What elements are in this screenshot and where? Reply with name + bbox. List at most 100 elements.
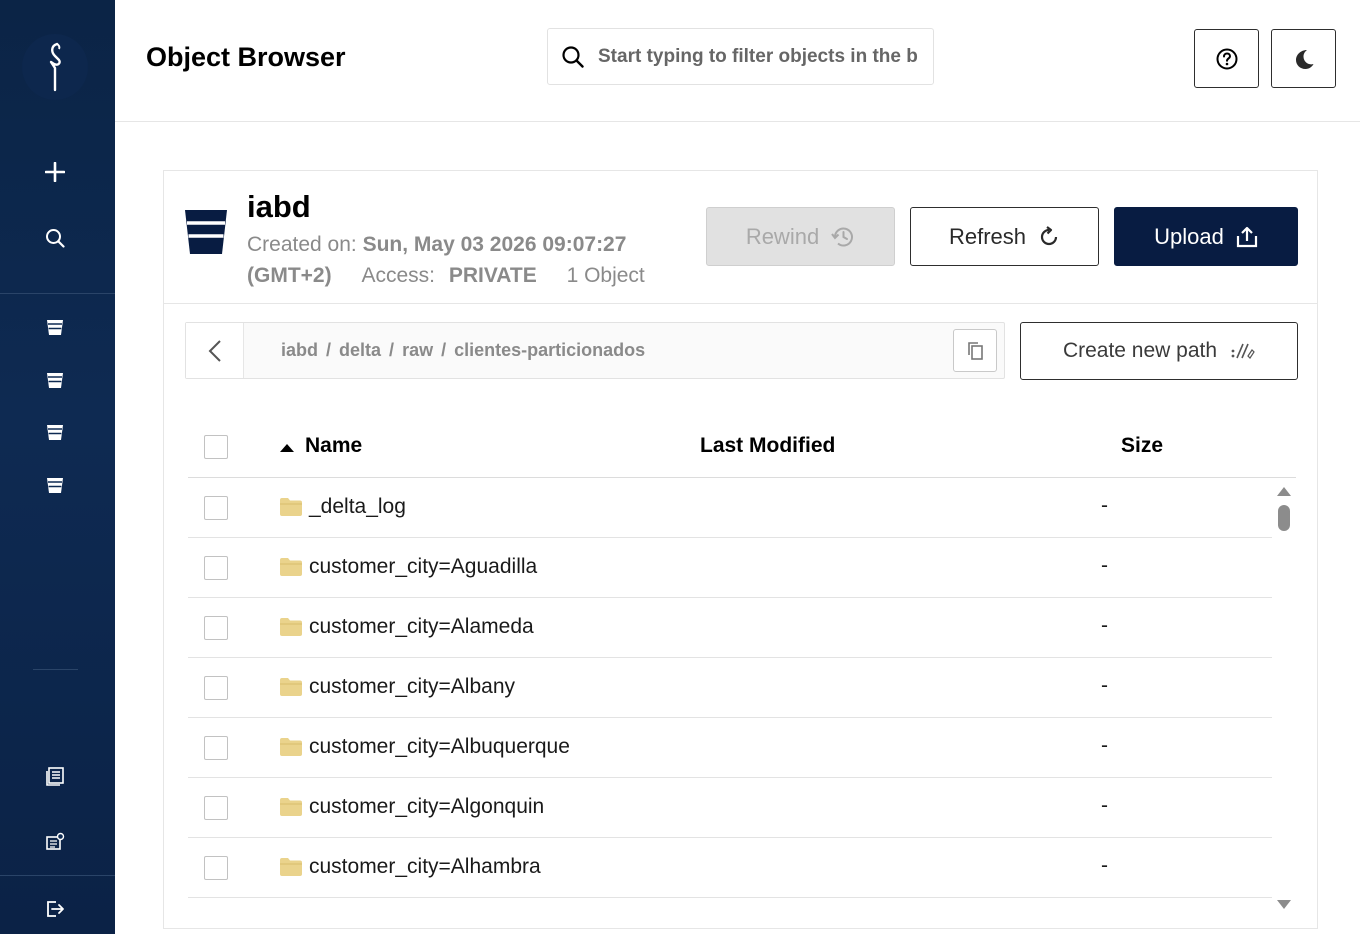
breadcrumb-separator: / [326,340,332,360]
search-icon [562,45,584,68]
bucket-icon [47,425,63,440]
sidebar-item-bucket-3[interactable] [41,418,69,446]
sidebar-divider [0,875,115,876]
sidebar-item-search[interactable] [41,224,69,252]
object-name[interactable]: _delta_log [309,495,406,519]
sidebar-item-logout[interactable] [41,895,69,923]
table-row[interactable]: customer_city=Albany - [188,658,1272,718]
column-header-last-modified[interactable]: Last Modified [700,434,835,458]
object-size: - [1101,794,1108,817]
rewind-label: Rewind [745,223,820,249]
path-bar: iabd / delta / raw / clientes-particionados [185,322,1005,379]
access-label: Access: [361,264,435,287]
row-checkbox[interactable] [204,496,228,520]
breadcrumb-segment[interactable]: clientes-particionados [454,340,645,360]
object-name[interactable]: customer_city=Albany [309,675,515,699]
upload-button[interactable]: Upload [1114,207,1298,266]
object-size: - [1101,554,1108,577]
refresh-button[interactable]: Refresh [910,207,1099,266]
breadcrumb-segment[interactable]: raw [402,340,433,360]
row-checkbox[interactable] [204,736,228,760]
search-box[interactable] [547,28,934,85]
refresh-icon [1040,225,1058,245]
create-path-label: Create new path [1062,339,1218,362]
folder-icon [280,738,302,756]
sidebar-item-license[interactable] [41,828,69,856]
bucket-header: iabd Created on: Sun, May 03 2026 09:07:… [164,171,1317,304]
object-name[interactable]: customer_city=Alameda [309,615,534,639]
sidebar-item-bucket-1[interactable] [41,313,69,341]
row-checkbox[interactable] [204,856,228,880]
sidebar-divider [0,293,115,294]
object-size: - [1101,734,1108,757]
plus-icon [45,162,65,182]
object-name[interactable]: customer_city=Alhambra [309,855,541,879]
search-input[interactable] [598,45,918,68]
sidebar-item-bucket-4[interactable] [41,471,69,499]
breadcrumb-separator: / [441,340,447,360]
row-checkbox[interactable] [204,616,228,640]
table-row[interactable]: customer_city=Algonquin - [188,778,1272,838]
page-header: Object Browser [115,0,1360,122]
row-checkbox[interactable] [204,676,228,700]
table-row[interactable]: customer_city=Alhambra - [188,838,1272,898]
sidebar-item-documentation[interactable] [41,762,69,790]
bucket-name: iabd [247,189,311,224]
breadcrumb-segment[interactable]: iabd [281,340,318,360]
sidebar-item-bucket-2[interactable] [41,366,69,394]
docs-icon [46,767,64,786]
page-title: Object Browser [146,42,346,72]
table-row[interactable]: _delta_log - [188,478,1272,538]
object-size: - [1101,674,1108,697]
create-new-path-button[interactable]: Create new path [1020,322,1298,380]
created-label: Created on: [247,233,357,256]
object-size: - [1101,614,1108,637]
scrollbar-thumb[interactable] [1278,505,1290,531]
created-value: Sun, May 03 2026 09:07:27 [362,233,627,256]
bucket-meta: (GMT+2) Access: PRIVATE 1 Object [247,264,645,288]
bucket-icon [185,210,227,254]
bucket-icon [47,478,63,493]
row-checkbox[interactable] [204,796,228,820]
bucket-icon [47,320,63,335]
sidebar-item-create-bucket[interactable] [41,158,69,186]
folder-icon [280,798,302,816]
folder-icon [280,498,302,516]
scroll-down-arrow[interactable] [1276,899,1292,911]
access-value: PRIVATE [448,264,537,287]
row-checkbox[interactable] [204,556,228,580]
column-header-name[interactable]: Name [305,434,362,458]
table-row[interactable]: customer_city=Aguadilla - [188,538,1272,598]
select-all-checkbox[interactable] [204,435,228,459]
object-size: - [1101,494,1108,517]
object-name[interactable]: customer_city=Albuquerque [309,735,570,759]
breadcrumb-separator: / [389,340,395,360]
help-button[interactable] [1194,29,1259,88]
bucket-created: Created on: Sun, May 03 2026 09:07:27 [247,233,626,257]
sidebar-divider [33,669,78,670]
bucket-icon [47,373,63,388]
rewind-button[interactable]: Rewind [706,207,895,266]
folder-icon [280,558,302,576]
license-icon [46,832,65,850]
table-row[interactable]: customer_city=Alameda - [188,598,1272,658]
back-button[interactable] [186,323,244,378]
moon-icon [1295,49,1313,69]
refresh-label: Refresh [948,223,1027,249]
copy-path-button[interactable] [953,329,997,372]
minio-logo[interactable] [22,34,88,100]
table-row[interactable]: customer_city=Albuquerque - [188,718,1272,778]
search-icon [46,229,65,248]
sort-ascending-icon[interactable] [280,444,294,452]
table-header: Name Last Modified Size [188,417,1296,478]
object-count: 1 Object [566,264,645,287]
column-header-size[interactable]: Size [1121,434,1163,458]
breadcrumb-segment[interactable]: delta [339,340,381,360]
scroll-up-arrow[interactable] [1276,485,1292,497]
new-path-icon [1231,343,1255,359]
object-name[interactable]: customer_city=Aguadilla [309,555,537,579]
object-name[interactable]: customer_city=Algonquin [309,795,544,819]
upload-label: Upload [1154,223,1224,249]
logout-icon [47,901,64,917]
dark-mode-toggle[interactable] [1271,29,1336,88]
